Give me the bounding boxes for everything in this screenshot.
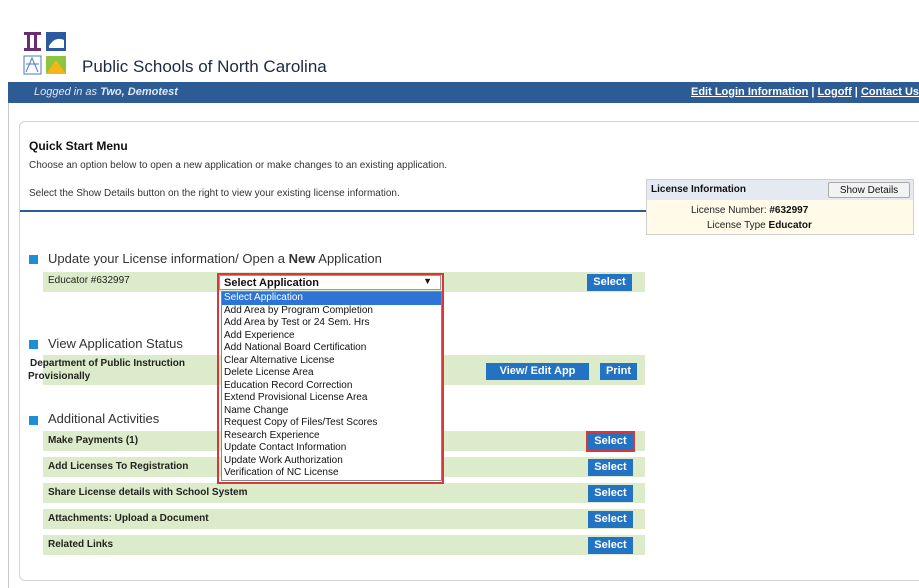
- nav-separator: |: [851, 86, 861, 98]
- status-agency: Department of Public Instruction: [30, 358, 186, 369]
- license-number-value: #632997: [769, 205, 809, 216]
- ncpublic-schools-logo-icon: [23, 32, 66, 75]
- activity-label: Add Licenses To Registration: [48, 461, 189, 472]
- activity-label: Make Payments (1): [48, 435, 139, 446]
- section-bullet-icon: [29, 255, 38, 264]
- activity-label: Attachments: Upload a Document: [48, 513, 209, 524]
- print-button[interactable]: Print: [600, 363, 637, 380]
- dropdown-option[interactable]: Add Area by Program Completion: [222, 305, 441, 318]
- dropdown-option[interactable]: Delete License Area: [222, 367, 441, 380]
- status-detail: Provisionally: [28, 371, 91, 382]
- educator-label: Educator #632997: [48, 275, 130, 286]
- activity-label: Share License details with School System: [48, 487, 248, 498]
- quick-start-description: Choose an option below to open a new app…: [29, 160, 448, 171]
- license-information-box: License Information Show Details License…: [646, 179, 914, 235]
- logged-in-prefix: Logged in as: [34, 86, 101, 98]
- edit-login-link[interactable]: Edit Login Information: [691, 86, 808, 98]
- attachments-select-button[interactable]: Select: [588, 511, 633, 528]
- site-title: Public Schools of North Carolina: [82, 57, 327, 76]
- license-type-value: Educator: [768, 220, 812, 231]
- license-info-title: License Information: [651, 184, 747, 195]
- dropdown-arrow-icon: ▼: [423, 276, 432, 286]
- contact-us-link[interactable]: Contact Us: [861, 86, 919, 98]
- update-title-suffix: Application: [315, 251, 382, 266]
- activity-label: Related Links: [48, 539, 114, 550]
- dropdown-option[interactable]: Update Work Authorization: [222, 455, 441, 468]
- dropdown-option[interactable]: Research Experience: [222, 430, 441, 443]
- application-dropdown-list: Select Application Add Area by Program Co…: [221, 291, 442, 481]
- license-type-row: License Type Educator: [707, 220, 812, 231]
- dropdown-option[interactable]: Update Contact Information: [222, 442, 441, 455]
- dropdown-option[interactable]: Add Experience: [222, 330, 441, 343]
- activity-row-share-license: Share License details with School System: [43, 483, 645, 503]
- activity-row-attachments: Attachments: Upload a Document: [43, 509, 645, 529]
- dropdown-option[interactable]: Add Area by Test or 24 Sem. Hrs: [222, 317, 441, 330]
- share-license-select-button[interactable]: Select: [588, 485, 633, 502]
- dropdown-option[interactable]: Select Application: [222, 292, 441, 305]
- dropdown-option[interactable]: Name Change: [222, 405, 441, 418]
- view-edit-app-button[interactable]: View/ Edit App: [486, 363, 589, 380]
- update-title-bold: New: [288, 251, 316, 266]
- activity-row-related-links: Related Links: [43, 535, 645, 555]
- dropdown-option[interactable]: Add National Board Certification: [222, 342, 441, 355]
- nav-links: Edit Login Information | Logoff | Contac…: [691, 86, 919, 98]
- update-license-section-title: Update your License information/ Open a …: [48, 251, 382, 266]
- make-payments-select-button[interactable]: Select: [586, 431, 635, 452]
- show-details-hint: Select the Show Details button on the ri…: [29, 188, 400, 199]
- dropdown-option[interactable]: Clear Alternative License: [222, 355, 441, 368]
- logoff-link[interactable]: Logoff: [818, 86, 852, 98]
- license-type-label: License Type: [707, 220, 766, 231]
- show-details-button[interactable]: Show Details: [828, 182, 910, 198]
- dropdown-option[interactable]: Request Copy of Files/Test Scores: [222, 417, 441, 430]
- view-status-section-title: View Application Status: [48, 336, 183, 351]
- license-number-label: License Number:: [691, 205, 767, 216]
- additional-activities-title: Additional Activities: [48, 411, 160, 426]
- application-select[interactable]: Select Application ▼: [219, 275, 441, 290]
- section-bullet-icon: [29, 340, 38, 349]
- section-bullet-icon: [29, 416, 38, 425]
- application-select-value: Select Application: [224, 277, 319, 289]
- license-number-row: License Number: #632997: [691, 205, 808, 216]
- dropdown-option[interactable]: Education Record Correction: [222, 380, 441, 393]
- section-divider: [20, 210, 646, 212]
- educator-select-button[interactable]: Select: [587, 274, 632, 291]
- top-navbar: Logged in as Two, Demotest Edit Login In…: [8, 82, 919, 103]
- dropdown-option[interactable]: Extend Provisional License Area: [222, 392, 441, 405]
- related-links-select-button[interactable]: Select: [588, 537, 633, 554]
- nav-separator: |: [808, 86, 818, 98]
- add-licenses-select-button[interactable]: Select: [588, 459, 633, 476]
- dropdown-option[interactable]: Verification of NC License: [222, 467, 441, 480]
- license-info-header: License Information Show Details: [647, 180, 913, 200]
- logged-in-user: Two, Demotest: [100, 86, 178, 98]
- update-title-prefix: Update your License information/ Open a: [48, 251, 289, 266]
- logged-in-status: Logged in as Two, Demotest: [34, 86, 178, 98]
- quick-start-title: Quick Start Menu: [29, 139, 128, 153]
